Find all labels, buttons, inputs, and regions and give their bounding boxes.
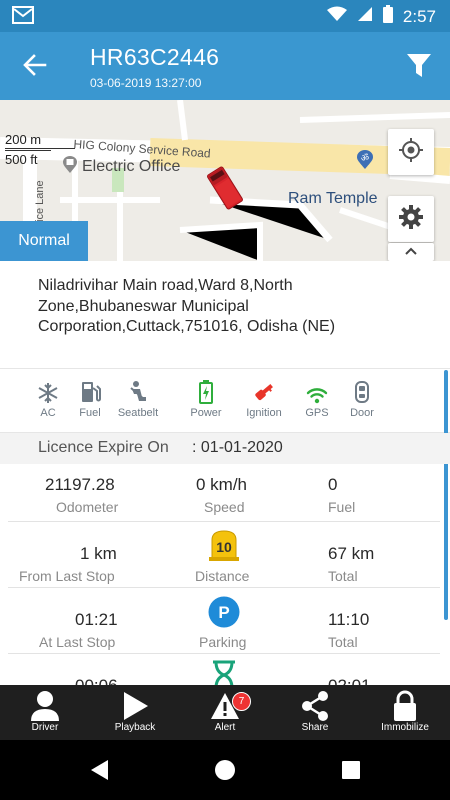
app-bar: HR63C2446 03-06-2019 13:27:00 [0,32,450,100]
gear-icon [398,204,424,235]
metrics-row-idle: 00:06 02:01 [0,654,440,685]
gmail-icon [12,6,34,29]
share-icon [270,690,360,722]
divider [0,368,450,369]
metrics-row-parking: 01:21 At Last Stop P Parking 11:10 Total [0,588,440,654]
recents-square-icon[interactable] [339,758,363,782]
odometer-value: 21197.28 [45,475,115,494]
idle-total-value: 02:01 [328,676,371,685]
nav-immobilize[interactable]: Immobilize [360,685,450,740]
nav-immobilize-label: Immobilize [381,722,429,733]
alert-count-badge: 7 [232,692,251,711]
map-view[interactable]: 200 m 500 ft HIG Colony Service Road Ele… [0,100,450,261]
filter-icon[interactable] [404,50,434,80]
status-power: Power [176,378,236,419]
map-settings-button[interactable] [388,196,434,242]
my-location-button[interactable] [388,129,434,175]
arrow-back-icon[interactable] [20,50,50,80]
nav-driver-label: Driver [31,722,59,733]
total-distance-label: Total [328,568,358,584]
at-last-stop-label: At Last Stop [39,634,116,650]
hourglass-icon [210,660,238,685]
nav-driver[interactable]: Driver [0,685,90,740]
bottom-navigation: Driver Playback 7 Alert Share Immobilize [0,685,450,740]
distance-label: Distance [195,568,250,584]
speed-value: 0 km/h [196,475,248,494]
status-icons-row: AC Fuel Seatbelt Power Ignition GPS Door [0,370,450,432]
crosshair-icon [398,137,424,168]
vehicle-number: HR63C2446 [90,44,220,70]
status-seatbelt: Seatbelt [108,378,168,419]
nav-alert[interactable]: 7 Alert [180,685,270,740]
total-distance-value: 67 km [328,544,375,563]
total-time-value: 11:10 [328,610,370,629]
licence-value: : 01-01-2020 [192,439,283,456]
status-ignition-label: Ignition [246,407,282,419]
system-navigation-bar [0,740,450,800]
metrics-row-distance: 1 km From Last Stop 10 Distance 67 km To… [0,522,440,588]
speed-label: Speed [204,499,245,515]
lock-icon [360,690,450,722]
parking-icon: P [208,596,240,633]
play-icon [90,690,180,722]
map-more-button[interactable] [388,243,434,261]
last-update-datetime: 03-06-2019 13:27:00 [90,76,202,90]
distance-badge-text: 10 [216,539,232,555]
map-label-lane: ice Lane [34,180,46,222]
scale-feet: 500 ft [5,150,51,167]
status-seatbelt-label: Seatbelt [117,407,159,419]
warning-icon [180,690,270,722]
temple-pin-icon: ॐ [356,150,374,175]
status-bar: 2:57 [0,0,450,32]
map-label-temple: Ram Temple [288,190,378,207]
fuel-value: 0 [328,475,338,494]
status-power-label: Power [190,407,222,419]
scrollbar-thumb[interactable] [444,370,448,620]
svg-text:ॐ: ॐ [361,153,369,164]
office-pin-icon [62,156,78,179]
status-door: Door [332,378,392,419]
status-door-label: Door [350,407,374,419]
status-time: 2:57 [402,6,436,26]
nav-share-label: Share [301,722,329,733]
vehicle-mode-badge[interactable]: Normal [0,221,88,261]
seatbelt-icon [108,378,168,404]
map-label-office: Electric Office [62,156,180,179]
car-door-icon [332,378,392,404]
scale-meters: 200 m [5,132,75,149]
distance-sign-icon: 10 [208,528,240,567]
parking-badge-text: P [218,603,229,622]
at-last-stop-value: 01:21 [75,610,118,629]
map-label-office-text: Electric Office [82,158,181,175]
odometer-label: Odometer [56,499,119,515]
metrics-row-odometer: 21197.28 Odometer 0 km/h Speed 0 Fuel [0,464,440,522]
licence-row: Licence Expire On : 01-01-2020 [0,433,450,464]
nav-share[interactable]: Share [270,685,360,740]
nav-alert-label: Alert [214,722,236,733]
back-triangle-icon[interactable] [88,758,112,782]
from-last-stop-value: 1 km [80,544,117,563]
key-icon [234,378,294,404]
vehicle-marker-icon[interactable] [204,164,246,217]
total-time-label: Total [328,634,358,650]
battery-charging-icon [176,378,236,404]
home-circle-icon[interactable] [213,758,237,782]
signal-icon [357,6,373,27]
idle-value: 00:06 [75,676,118,685]
nav-playback-label: Playback [114,722,156,733]
nav-playback[interactable]: Playback [90,685,180,740]
fuel-label: Fuel [328,499,356,515]
wifi-icon [326,6,347,27]
vehicle-address: Niladrivihar Main road,Ward 8,North Zone… [38,277,336,335]
person-icon [0,690,90,722]
from-last-stop-label: From Last Stop [19,568,115,584]
status-ignition: Ignition [234,378,294,419]
battery-icon [382,5,393,28]
licence-label: Licence Expire On [38,439,169,456]
chevron-up-icon [403,243,419,261]
parking-label: Parking [199,634,247,650]
